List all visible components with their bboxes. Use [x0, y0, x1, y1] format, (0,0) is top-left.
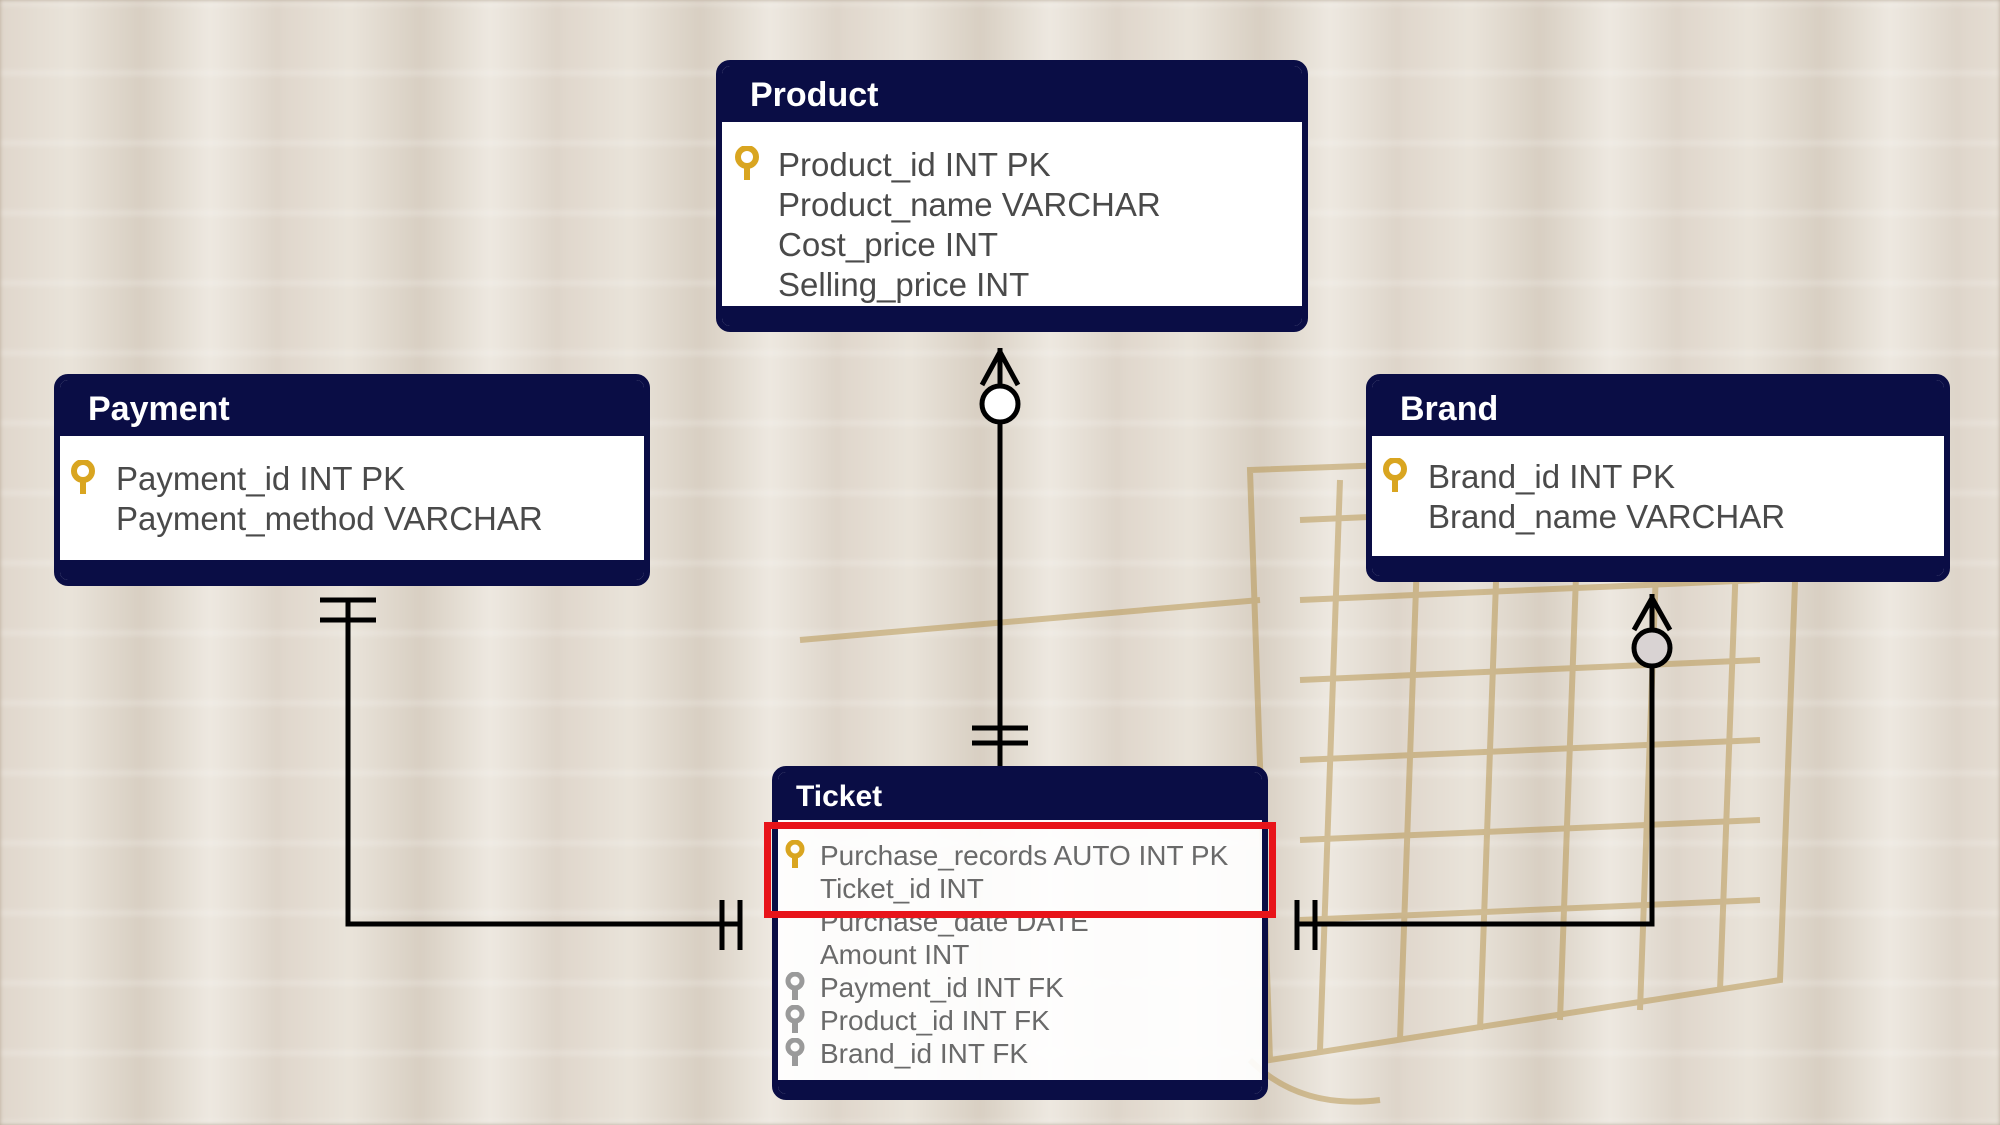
product-row-product-id: Product_id INT PK — [778, 146, 1051, 183]
crowfoot-right-line — [997, 350, 1021, 387]
brand-table-title: Brand — [1372, 380, 1944, 436]
ticket-row-product-id: Product_id INT FK — [820, 1005, 1050, 1036]
payment-table-title: Payment — [60, 380, 644, 436]
foreign-key-icon — [784, 971, 806, 1007]
foreign-key-icon — [784, 1037, 806, 1073]
crowfoot-left-line — [979, 350, 1003, 387]
payment-row-payment-method: Payment_method VARCHAR — [116, 500, 543, 537]
table-footer-bar — [722, 306, 1302, 326]
product-table[interactable]: Product Product_id INT PK Product_name V… — [716, 60, 1308, 332]
table-footer-bar — [60, 560, 644, 580]
crowfoot-left-line — [1631, 596, 1655, 632]
brand-ticket-connector — [1295, 666, 1655, 927]
payment-table[interactable]: Payment Payment_id INT PK Payment_method… — [54, 374, 650, 586]
brand-row-brand-id: Brand_id INT PK — [1428, 458, 1676, 495]
ticket-table-title: Ticket — [778, 772, 1262, 820]
product-row-product-name: Product_name VARCHAR — [778, 186, 1161, 223]
brand-row-brand-name: Brand_name VARCHAR — [1428, 498, 1786, 535]
ticket-row-amount: Amount INT — [820, 939, 970, 970]
primary-key-icon — [734, 145, 760, 187]
primary-key-icon — [70, 459, 96, 501]
table-footer-bar — [778, 1080, 1262, 1094]
payment-row-payment-id: Payment_id INT PK — [116, 460, 406, 497]
brand-table[interactable]: Brand Brand_id INT PK Brand_name VARCHAR — [1366, 374, 1950, 582]
ticket-table[interactable]: Ticket Purchase_records AUTO INT PK Tick… — [772, 766, 1268, 1100]
highlight-box — [764, 822, 1276, 918]
product-table-title: Product — [722, 66, 1302, 122]
product-row-selling-price: Selling_price INT — [778, 266, 1030, 303]
zero-optional-circle — [979, 383, 1021, 425]
zero-optional-circle — [1631, 627, 1673, 669]
primary-key-icon — [1382, 457, 1408, 499]
ticket-row-brand-id: Brand_id INT FK — [820, 1038, 1029, 1069]
product-row-cost-price: Cost_price INT — [778, 226, 999, 263]
foreign-key-icon — [784, 1004, 806, 1040]
crowfoot-right-line — [1649, 596, 1673, 632]
table-footer-bar — [1372, 556, 1944, 576]
ticket-row-payment-id: Payment_id INT FK — [820, 972, 1064, 1003]
payment-ticket-connector — [345, 600, 740, 927]
